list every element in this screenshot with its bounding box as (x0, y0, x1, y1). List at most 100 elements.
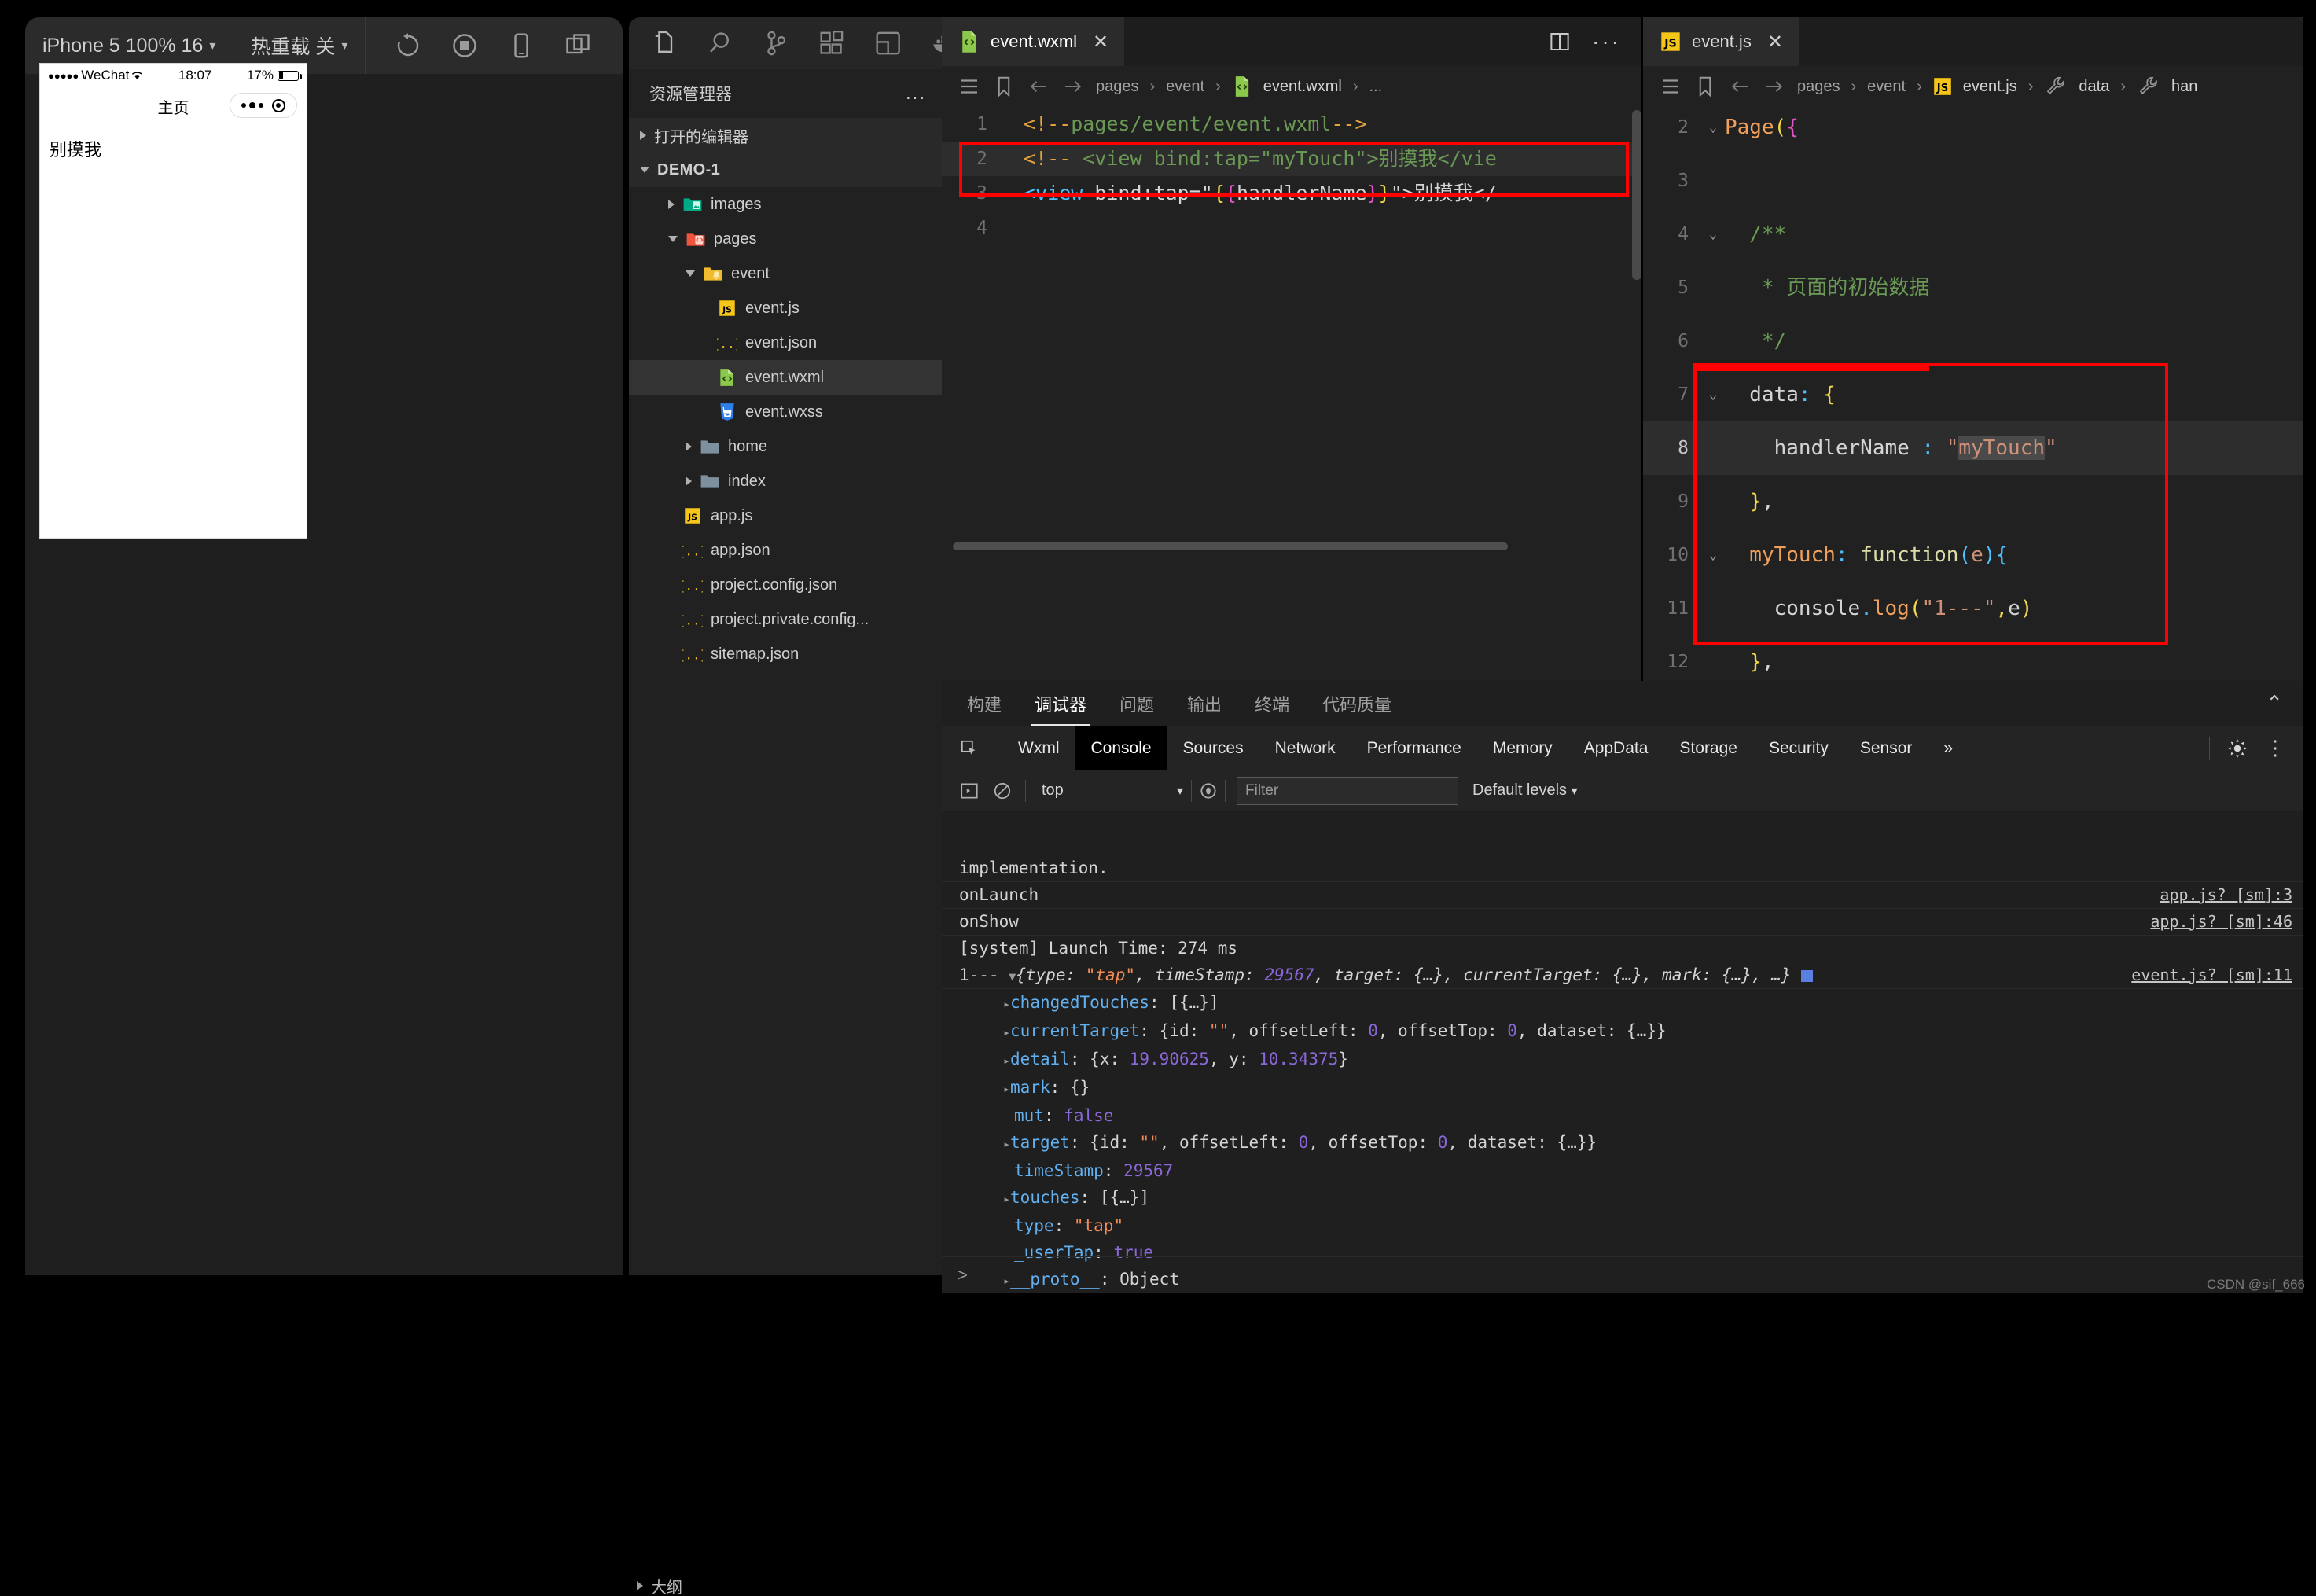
tree-item-event-wxss[interactable]: event.wxss (629, 395, 942, 429)
bookmark-icon[interactable] (992, 75, 1016, 98)
code-line[interactable]: 7 ⌄ data: { (1643, 368, 2303, 421)
console-object-property[interactable]: ▸mark: {} (942, 1074, 2303, 1102)
record-icon[interactable] (450, 31, 479, 60)
console-object-property[interactable]: type: "tap" (942, 1212, 2303, 1239)
chevron-down-icon[interactable] (686, 270, 695, 277)
tree-item-event-wxml[interactable]: event.wxml (629, 360, 942, 395)
open-editors-section[interactable]: 打开的编辑器 (629, 118, 942, 153)
devtools-tab-network[interactable]: Network (1259, 726, 1351, 770)
code-line[interactable]: 2 ⌄ Page({ (1643, 101, 2303, 154)
console-object-property[interactable]: ▸currentTarget: {id: "", offsetLeft: 0, … (942, 1017, 2303, 1046)
breadcrumb-item-2[interactable]: event.wxml (1263, 78, 1342, 96)
bookmark-icon[interactable] (1693, 75, 1717, 98)
console-object-property[interactable]: ▸touches: [{…}] (942, 1184, 2303, 1212)
console-object-property[interactable]: timeStamp: 29567 (942, 1157, 2303, 1184)
console-filter-input[interactable]: Filter (1237, 776, 1458, 805)
tree-item-app-json[interactable]: {..} app.json (629, 533, 942, 568)
console-object-property[interactable]: ▸changedTouches: [{…}] (942, 989, 2303, 1017)
breadcrumb-item-4[interactable]: han (2171, 78, 2197, 96)
scroll-thumb[interactable] (953, 542, 1508, 550)
code-line[interactable]: 1 <!--pages/event/event.wxml--> (942, 107, 1641, 142)
console-context-selector[interactable]: top ▾ (1034, 775, 1191, 807)
tree-item-index[interactable]: index (629, 464, 942, 498)
tap-view-text[interactable]: 别摸我 (50, 136, 297, 161)
tree-item-pages[interactable]: pages (629, 222, 942, 256)
fold-chevron-icon[interactable]: ⌄ (1701, 101, 1725, 154)
expand-arrow-icon[interactable]: ▸ (1003, 1054, 1010, 1068)
panel-tab-构建[interactable]: 构建 (967, 681, 1002, 726)
panel-tab-终端[interactable]: 终端 (1255, 681, 1289, 726)
panel-tab-调试器[interactable]: 调试器 (1031, 681, 1090, 726)
refresh-icon[interactable] (394, 31, 422, 60)
expand-arrow-icon[interactable]: ▸ (1003, 997, 1010, 1011)
more-actions-icon[interactable]: ··· (1592, 29, 1621, 54)
console-levels-selector[interactable]: Default levels ▾ (1472, 781, 1578, 800)
list-icon[interactable] (1659, 75, 1682, 98)
close-target-icon[interactable] (271, 98, 285, 112)
tree-item-project-private-config-[interactable]: {..} project.private.config... (629, 602, 942, 637)
devtools-tab-storage[interactable]: Storage (1663, 726, 1753, 770)
explorer-more-icon[interactable]: ... (906, 83, 926, 105)
editor-left-code[interactable]: 1 <!--pages/event/event.wxml--> 2 <!-- <… (942, 107, 1641, 681)
collapse-panel-icon[interactable]: ⌃ (2266, 691, 2303, 715)
editor-left-vscrollbar[interactable] (1630, 107, 1641, 594)
tab-event-wxml[interactable]: event.wxml ✕ (942, 17, 1125, 66)
tree-item-project-config-json[interactable]: {..} project.config.json (629, 568, 942, 602)
tree-item-event[interactable]: event (629, 256, 942, 291)
chevron-right-icon[interactable] (686, 442, 692, 451)
breadcrumb-item-3[interactable]: ... (1369, 78, 1382, 96)
chevron-right-icon[interactable] (686, 476, 692, 486)
devtools-more-icon[interactable]: ⋮ (2265, 736, 2286, 760)
scroll-thumb[interactable] (1632, 110, 1641, 280)
split-icon[interactable] (564, 31, 592, 60)
device-icon[interactable] (507, 31, 535, 60)
outline-section[interactable]: 大纲 (629, 1576, 942, 1596)
clear-console-icon[interactable] (986, 774, 1019, 807)
breadcrumb-item-3[interactable]: data (2079, 78, 2109, 96)
expand-arrow-icon[interactable]: ▸ (1003, 1082, 1010, 1096)
expand-arrow-icon[interactable]: ▼ (1009, 969, 1016, 984)
close-icon[interactable]: ✕ (1093, 31, 1108, 53)
devtools-overflow-icon[interactable]: » (1928, 726, 1969, 770)
simulator-screen[interactable]: ●●●●● WeChat 18:07 17% 主页 别摸我 (39, 63, 307, 539)
list-icon[interactable] (958, 75, 981, 98)
arrow-left-icon[interactable] (1027, 75, 1050, 98)
console-sidebar-icon[interactable] (953, 774, 986, 807)
console-object-message[interactable]: 1--- ▼{type: "tap", timeStamp: 29567, ta… (942, 962, 2303, 989)
console-object-property[interactable]: ▸detail: {x: 19.90625, y: 10.34375} (942, 1046, 2303, 1074)
source-control-icon[interactable] (762, 26, 791, 61)
fold-chevron-icon[interactable]: ⌄ (1701, 208, 1725, 261)
code-line[interactable]: 11 console.log("1---",e) (1643, 582, 2303, 635)
expand-arrow-icon[interactable]: ▸ (1003, 1137, 1010, 1151)
devtools-tab-wxml[interactable]: Wxml (1002, 726, 1075, 770)
code-line[interactable]: 4 ⌄ /** (1643, 208, 2303, 261)
panel-tab-问题[interactable]: 问题 (1119, 681, 1154, 726)
tree-item-event-js[interactable]: JS event.js (629, 291, 942, 325)
wechat-capsule[interactable] (230, 93, 297, 118)
tree-item-app-js[interactable]: JS app.js (629, 498, 942, 533)
project-root-section[interactable]: DEMO-1 (629, 153, 942, 187)
console-source-link[interactable]: event.js? [sm]:11 (2131, 965, 2292, 984)
devtools-tab-sensor[interactable]: Sensor (1844, 726, 1928, 770)
breadcrumb-item-0[interactable]: pages (1096, 78, 1139, 96)
code-line[interactable]: 4 (942, 211, 1641, 245)
tree-item-images[interactable]: images (629, 187, 942, 222)
breadcrumb-item-1[interactable]: event (1867, 78, 1906, 96)
layout-icon[interactable] (873, 26, 903, 61)
code-line[interactable]: 3 <view bind:tap="{{handlerName}}">别摸我</ (942, 176, 1641, 211)
code-line[interactable]: 6 */ (1643, 314, 2303, 368)
code-line[interactable]: 3 (1643, 154, 2303, 208)
close-icon[interactable]: ✕ (1767, 31, 1783, 53)
devtools-tab-appdata[interactable]: AppData (1568, 726, 1664, 770)
console-source-link[interactable]: app.js? [sm]:3 (2160, 885, 2292, 904)
chevron-down-icon[interactable] (668, 236, 678, 242)
search-icon[interactable] (705, 26, 734, 61)
devtools-tab-sources[interactable]: Sources (1167, 726, 1259, 770)
expand-arrow-icon[interactable]: ▸ (1003, 1192, 1010, 1206)
devtools-tab-memory[interactable]: Memory (1477, 726, 1568, 770)
console-object-property[interactable]: ▸target: {id: "", offsetLeft: 0, offsetT… (942, 1129, 2303, 1157)
arrow-left-icon[interactable] (1728, 75, 1752, 98)
devtools-tab-performance[interactable]: Performance (1351, 726, 1477, 770)
more-dots-icon[interactable] (241, 102, 264, 108)
console-object-property[interactable]: mut: false (942, 1102, 2303, 1129)
